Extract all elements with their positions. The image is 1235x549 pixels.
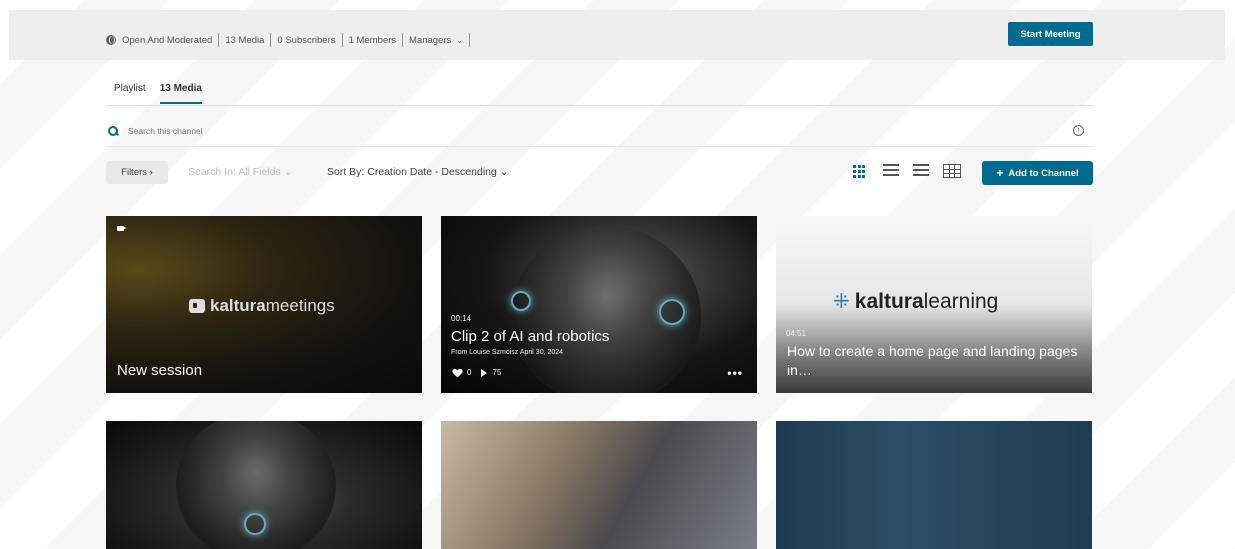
start-meeting-button[interactable]: Start Meeting [1008,22,1093,46]
divider [270,33,272,47]
media-card[interactable] [776,421,1092,549]
media-stats: 0 75 [453,368,501,377]
divider [402,33,404,47]
media-card[interactable] [441,421,757,549]
heart-icon [453,369,462,377]
logo-text: kaltura [210,296,266,315]
grid-view-icon[interactable] [853,164,869,178]
logo-text-suffix: meetings [265,296,335,315]
members-count: 1 Members [348,34,397,46]
media-count: 13 Media [225,34,265,46]
view-mode-switcher [853,164,975,178]
divider [218,33,220,47]
kaltura-sparkle-icon: ⁜ [833,291,850,313]
table-view-icon[interactable] [943,164,961,178]
plays-count: 75 [492,368,502,377]
media-title[interactable]: Clip 2 of AI and robotics [451,327,609,346]
info-icon[interactable]: i [1073,125,1084,136]
tabs-divider [106,105,1094,106]
search-divider [106,146,1094,147]
search-input[interactable] [128,126,628,136]
media-duration: 00:14 [451,314,472,323]
detailed-list-view-icon[interactable] [883,164,899,178]
kaltura-learning-logo: ⁜ kaltura learning [833,289,998,314]
channel-meta: Open And Moderated 13 Media 0 Subscriber… [106,33,476,47]
play-icon [481,368,488,377]
robot-eye [659,299,685,325]
media-title[interactable]: How to create a home page and landing pa… [787,342,1092,380]
globe-icon [106,35,116,45]
likes-count: 0 [467,368,472,377]
media-card[interactable]: 00:14 Clip 2 of AI and robotics From Lou… [441,216,757,393]
channel-search: i [108,123,1084,139]
sort-by-dropdown[interactable]: Sort By: Creation Date - Descending ⌄ [327,166,509,178]
search-icon[interactable] [108,125,119,137]
media-byline: From Louise Szmoisz April 30, 2024 [451,349,564,356]
kaltura-meetings-mark-icon [189,299,205,313]
kaltura-meetings-logo: kaltura meetings [189,296,335,316]
logo-text: kaltura [854,289,924,313]
media-card[interactable] [106,421,422,549]
logo-text-suffix: learning [923,289,999,313]
managers-dropdown[interactable]: Managers [409,35,451,46]
robot-sensor [244,513,266,535]
video-camera-icon [117,226,127,231]
divider [341,33,343,47]
filters-button[interactable]: Filters › [106,161,168,184]
channel-tabs: Playlist 13 Media [114,80,216,104]
media-card[interactable]: ⁜ kaltura learning 04:51 How to create a… [776,216,1092,393]
tab-playlist[interactable]: Playlist [114,80,146,104]
media-card[interactable]: kaltura meetings New session [106,216,422,393]
media-duration: 04:51 [786,329,807,338]
media-title[interactable]: New session [117,361,202,380]
search-in-dropdown[interactable]: Search In: All Fields ⌄ [188,166,293,178]
subscribers-count: 0 Subscribers [277,34,336,46]
add-to-channel-label: Add to Channel [1008,167,1079,179]
chevron-down-icon[interactable]: ⌄ [456,36,463,45]
divider [468,33,470,47]
tab-media[interactable]: 13 Media [159,80,202,104]
add-to-channel-button[interactable]: + Add to Channel [982,161,1093,185]
compact-list-view-icon[interactable] [913,164,929,178]
robot-eye [511,291,531,311]
plus-icon: + [996,166,1004,180]
visibility-label: Open And Moderated [122,34,213,46]
more-options-icon[interactable]: ••• [727,366,743,380]
